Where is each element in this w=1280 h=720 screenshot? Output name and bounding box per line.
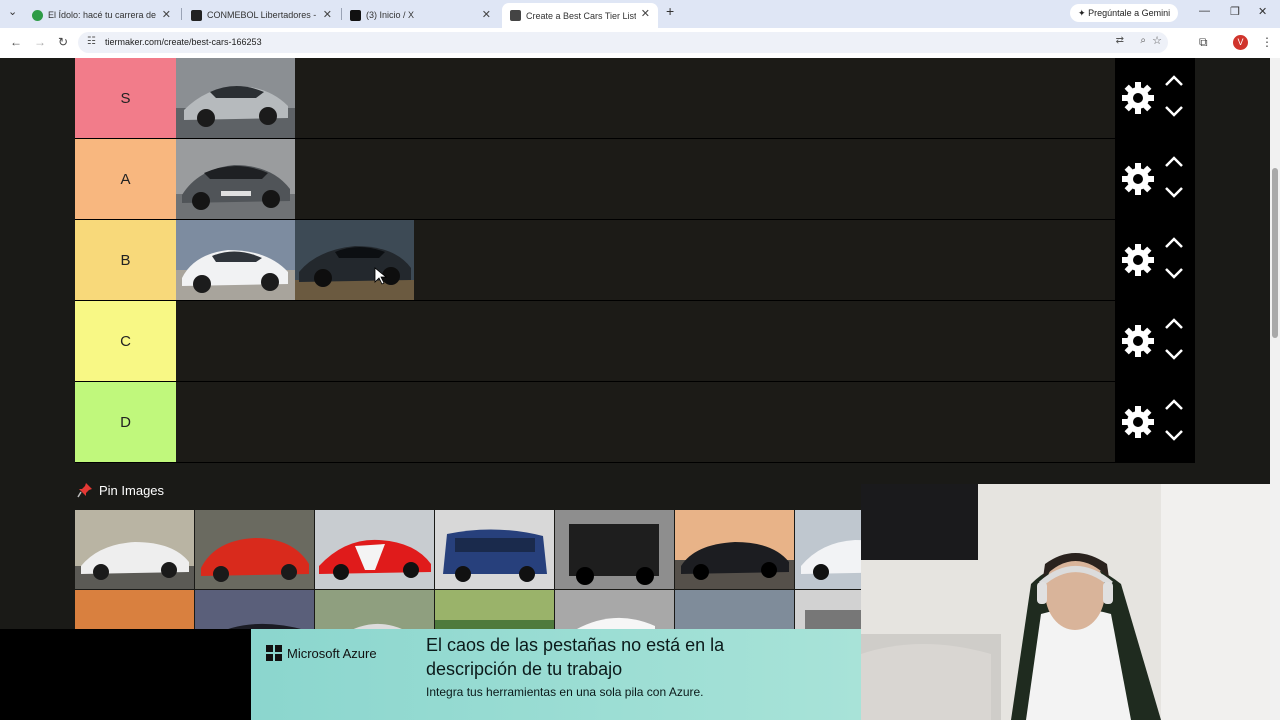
- pool-image-ferrari[interactable]: [315, 510, 434, 589]
- tab-conmebol[interactable]: CONMEBOL Libertadores - Tabla ✕: [183, 4, 340, 26]
- tab-x-inicio[interactable]: (3) Inicio / X ✕: [342, 4, 499, 26]
- tier-row-d: D: [75, 382, 1195, 463]
- tier-controls-b: [1115, 220, 1195, 301]
- tier-controls-c: [1115, 301, 1195, 382]
- move-up-chevron-icon[interactable]: [1163, 153, 1185, 171]
- close-icon[interactable]: ✕: [162, 8, 171, 21]
- move-up-chevron-icon[interactable]: [1163, 396, 1185, 414]
- close-icon[interactable]: ✕: [641, 7, 650, 20]
- tier-label-c[interactable]: C: [75, 301, 176, 381]
- tier-items-a[interactable]: [176, 139, 295, 219]
- new-tab-icon[interactable]: +: [666, 3, 674, 19]
- tier-controls-s: [1115, 58, 1195, 139]
- gemini-sparkle-icon: ✦: [1078, 8, 1086, 18]
- ad-body-text: Integra tus herramientas en una sola pil…: [426, 685, 704, 699]
- move-down-chevron-icon[interactable]: [1163, 102, 1185, 120]
- tier-row-a: A: [75, 139, 1195, 220]
- pool-image-corvette[interactable]: [75, 510, 194, 589]
- car-image-audi-r8[interactable]: [176, 58, 295, 138]
- webcam-overlay: [861, 484, 1280, 720]
- move-down-chevron-icon[interactable]: [1163, 264, 1185, 282]
- zoom-icon[interactable]: ⌕: [1140, 35, 1146, 46]
- tab-separator: [181, 8, 182, 20]
- scrollbar-thumb[interactable]: [1272, 168, 1278, 338]
- pool-image-mercedes-g[interactable]: [555, 510, 674, 589]
- car-image-porsche-911[interactable]: [176, 139, 295, 219]
- tier-items-b[interactable]: [176, 220, 414, 300]
- restore-icon[interactable]: ❐: [1230, 5, 1240, 18]
- minimize-icon[interactable]: —: [1199, 5, 1210, 17]
- settings-gear-icon[interactable]: [1120, 242, 1156, 278]
- tier-label-d[interactable]: D: [75, 382, 176, 462]
- conmebol-favicon-icon: [191, 9, 202, 21]
- tier-items-s[interactable]: [176, 58, 295, 138]
- back-icon[interactable]: ←: [10, 35, 22, 49]
- move-up-chevron-icon[interactable]: [1163, 234, 1185, 252]
- ad-left-black-area: [0, 629, 251, 720]
- tier-label-s[interactable]: S: [75, 58, 176, 138]
- move-down-chevron-icon[interactable]: [1163, 426, 1185, 444]
- car-image-bmw-m2[interactable]: [176, 220, 295, 300]
- tiermaker-page: S A B C D Pin Images Microsoft Azure El …: [0, 58, 1280, 720]
- tab-tiermaker[interactable]: Create a Best Cars Tier List - TierMaker…: [502, 3, 658, 28]
- pin-images-heading[interactable]: Pin Images: [77, 482, 164, 498]
- extensions-icon[interactable]: ⧉: [1199, 35, 1208, 50]
- reload-icon[interactable]: ↻: [58, 35, 68, 49]
- browser-menu-icon[interactable]: ⋮: [1261, 35, 1273, 49]
- close-icon[interactable]: ✕: [482, 8, 491, 21]
- tier-controls-a: [1115, 139, 1195, 220]
- x-favicon-icon: [350, 9, 361, 21]
- tier-controls-d: [1115, 382, 1195, 463]
- tier-row-s: S: [75, 58, 1195, 139]
- move-up-chevron-icon[interactable]: [1163, 315, 1185, 333]
- ad-brand: Microsoft Azure: [266, 645, 377, 661]
- pool-image-nissan-skyline[interactable]: [675, 510, 794, 589]
- forward-icon[interactable]: →: [34, 35, 46, 49]
- bookmark-star-icon[interactable]: ☆: [1152, 34, 1162, 47]
- el-idolo-favicon-icon: [32, 9, 43, 21]
- page-scrollbar[interactable]: [1270, 58, 1280, 720]
- settings-gear-icon[interactable]: [1120, 161, 1156, 197]
- settings-gear-icon[interactable]: [1120, 80, 1156, 116]
- tier-label-b[interactable]: B: [75, 220, 176, 300]
- settings-gear-icon[interactable]: [1120, 323, 1156, 359]
- translate-icon[interactable]: ⇄: [1116, 35, 1124, 46]
- profile-avatar[interactable]: V: [1233, 35, 1248, 50]
- pool-image-fiat-multipla[interactable]: [435, 510, 554, 589]
- browser-toolbar: ← → ↻ ☷ tiermaker.com/create/best-cars-1…: [0, 28, 1280, 59]
- tier-row-c: C: [75, 301, 1195, 382]
- pushpin-icon: [77, 483, 92, 498]
- site-info-icon[interactable]: ☷: [87, 36, 96, 47]
- close-icon[interactable]: ✕: [323, 8, 332, 21]
- tier-list: S A B C D: [75, 58, 1195, 463]
- car-image-chevrolet-camaro[interactable]: [295, 220, 414, 300]
- tier-label-a[interactable]: A: [75, 139, 176, 219]
- move-down-chevron-icon[interactable]: [1163, 183, 1185, 201]
- window-close-icon[interactable]: ✕: [1258, 5, 1267, 18]
- microsoft-logo-icon: [266, 645, 282, 661]
- browser-tab-strip: ⌄ El Ídolo: hacé tu carrera de fútbol ✕ …: [0, 0, 1280, 28]
- tiermaker-favicon-icon: [510, 10, 521, 21]
- ad-headline: El caos de las pestañas no está en la de…: [426, 635, 725, 679]
- move-down-chevron-icon[interactable]: [1163, 345, 1185, 363]
- gemini-button[interactable]: ✦ Pregúntale a Gemini: [1070, 4, 1179, 22]
- tab-list-dropdown-icon[interactable]: ⌄: [8, 5, 17, 18]
- tier-row-b: B: [75, 220, 1195, 301]
- settings-gear-icon[interactable]: [1120, 404, 1156, 440]
- microsoft-azure-ad-banner[interactable]: Microsoft Azure El caos de las pestañas …: [251, 629, 861, 720]
- tab-el-idolo[interactable]: El Ídolo: hacé tu carrera de fútbol ✕: [24, 4, 179, 26]
- move-up-chevron-icon[interactable]: [1163, 72, 1185, 90]
- pool-image-bmw-m3[interactable]: [195, 510, 314, 589]
- address-bar[interactable]: ☷ tiermaker.com/create/best-cars-166253 …: [78, 32, 1168, 53]
- pool-image-nissan-gtr[interactable]: [795, 510, 861, 589]
